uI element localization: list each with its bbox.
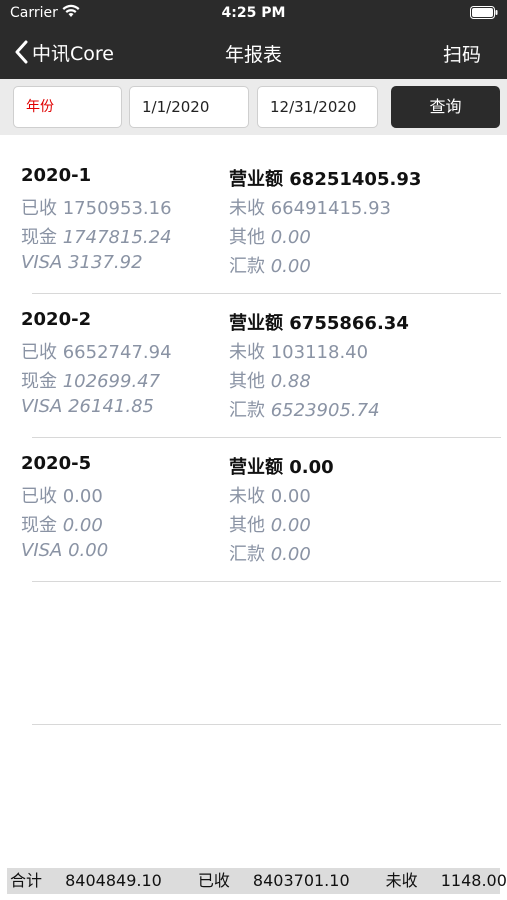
end-date-field[interactable]: 12/31/2020 [257,86,378,128]
row-divider [32,581,501,582]
query-button[interactable]: 查询 [391,86,500,128]
revenue-value: 营业额 0.00 [229,457,334,478]
empty-row-divider [32,724,501,725]
remit-value: 汇款 0.00 [229,544,311,565]
other-value: 其他 0.88 [229,371,311,392]
cash-value: 现金 1747815.24 [21,227,172,248]
filter-bar: 年份 1/1/2020 12/31/2020 查询 [0,79,507,135]
visa-value: VISA 3137.92 [21,252,143,273]
cash-value: 现金 0.00 [21,515,103,536]
received-value: 已收 6652747.94 [21,342,172,363]
total-unpaid: 未收 1148.00 [385,871,507,890]
cash-value: 现金 102699.47 [21,371,161,392]
page-title: 年报表 [224,44,282,66]
period-label: 2020-2 [21,309,92,330]
status-time: 4:25 PM [221,5,286,21]
report-row[interactable]: 2020-1 营业额 68251405.93 已收 1750953.16 未收 … [0,135,507,294]
period-type-selector[interactable]: 年份 [13,86,122,128]
remit-value: 汇款 6523905.74 [229,400,380,421]
totals-bar: 合计 8404849.10 已收 8403701.10 未收 1148.00 [7,868,507,894]
battery-icon [470,6,498,19]
received-value: 已收 1750953.16 [21,198,172,219]
report-list: 2020-1 营业额 68251405.93 已收 1750953.16 未收 … [0,135,507,725]
navigation-bar: Carrier 4:25 PM 中讯Core 年报表 扫码 [0,0,507,79]
nav-row: 中讯Core 年报表 扫码 [0,26,507,79]
report-row[interactable]: 2020-2 营业额 6755866.34 已收 6652747.94 未收 1… [0,279,507,438]
scan-button[interactable]: 扫码 [443,40,481,67]
period-label: 2020-5 [21,453,92,474]
total-received: 已收 8403701.10 [197,871,350,890]
unpaid-value: 未收 103118.40 [229,342,369,363]
unpaid-value: 未收 0.00 [229,486,311,507]
period-label: 2020-1 [21,165,92,186]
revenue-value: 营业额 6755866.34 [229,313,409,334]
visa-value: VISA 26141.85 [21,396,154,417]
unpaid-value: 未收 66491415.93 [229,198,391,219]
other-value: 其他 0.00 [229,227,311,248]
revenue-value: 营业额 68251405.93 [229,169,422,190]
remit-value: 汇款 0.00 [229,256,311,277]
received-value: 已收 0.00 [21,486,103,507]
total-amount: 合计 8404849.10 [10,871,162,890]
status-bar: Carrier 4:25 PM [0,0,507,26]
start-date-field[interactable]: 1/1/2020 [129,86,249,128]
visa-value: VISA 0.00 [21,540,109,561]
report-row[interactable]: 2020-5 营业额 0.00 已收 0.00 未收 0.00 现金 0.00 … [0,423,507,582]
other-value: 其他 0.00 [229,515,311,536]
